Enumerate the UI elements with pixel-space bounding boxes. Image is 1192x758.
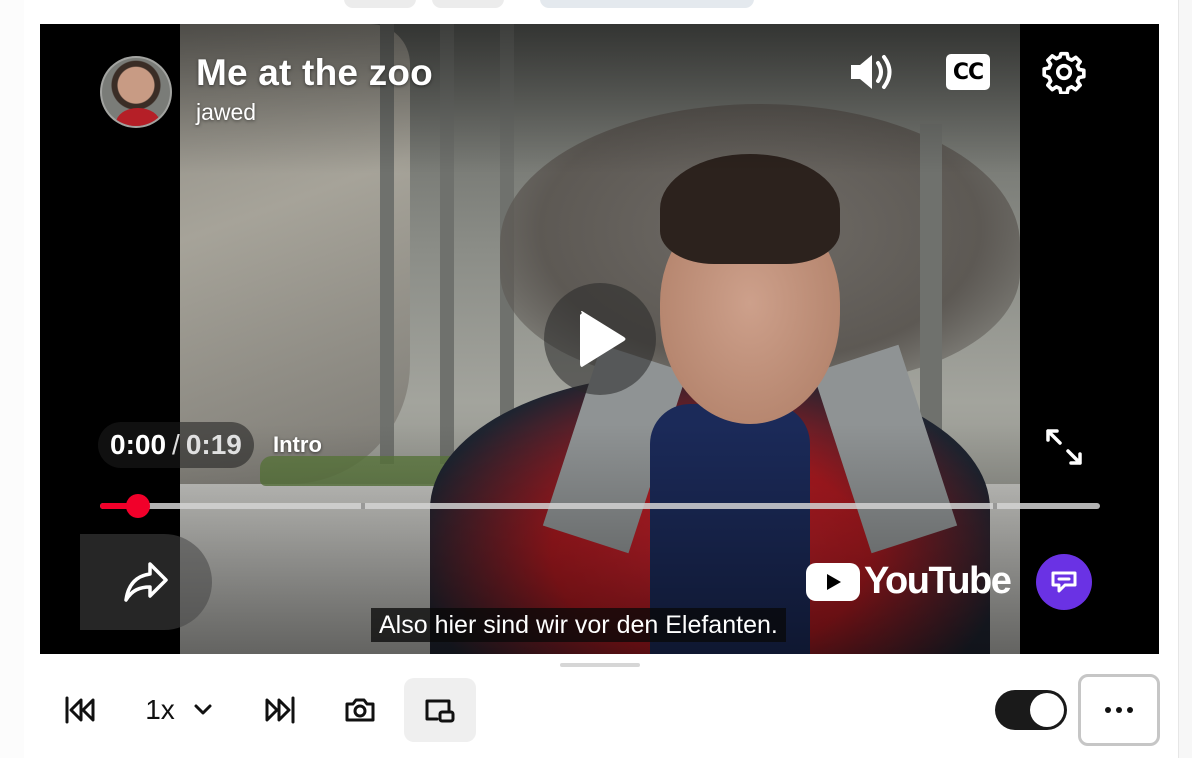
share-button[interactable]	[80, 534, 212, 630]
chapter-divider	[993, 503, 997, 509]
youtube-play-mark	[806, 562, 860, 601]
drag-handle[interactable]	[560, 663, 640, 667]
top-search-bar[interactable]	[540, 0, 754, 8]
top-toolbar-chip[interactable]	[432, 0, 504, 8]
scrollbar[interactable]	[1178, 0, 1192, 758]
time-display: 0:00 / 0:19	[98, 422, 254, 468]
share-icon	[124, 562, 168, 602]
skip-forward-icon	[265, 696, 295, 724]
current-time: 0:00	[110, 429, 167, 460]
top-toolbar-chip[interactable]	[344, 0, 416, 8]
video-player[interactable]: Me at the zoo jawed CC 0:00 / 0:19 Intro	[40, 24, 1159, 654]
video-title[interactable]: Me at the zoo	[196, 52, 433, 94]
play-icon	[580, 311, 626, 367]
volume-button[interactable]	[844, 48, 900, 96]
page-left-margin	[0, 0, 24, 758]
subtitle-caption: Also hier sind wir vor den Elefanten.	[371, 608, 786, 642]
channel-avatar[interactable]	[100, 56, 172, 128]
more-options-button[interactable]	[1078, 674, 1160, 746]
autoplay-toggle[interactable]	[995, 690, 1067, 730]
picture-in-picture-icon	[425, 699, 455, 723]
duration: 0:19	[185, 429, 242, 460]
chat-assistant-icon	[1051, 571, 1077, 593]
gear-icon	[1042, 51, 1086, 94]
captions-button[interactable]: CC	[944, 52, 992, 92]
chapter-label[interactable]: Intro	[273, 432, 322, 458]
progress-bar[interactable]	[100, 494, 1100, 518]
youtube-wordmark: YouTube	[864, 560, 1012, 602]
playback-speed-select[interactable]: 1x	[134, 678, 224, 742]
expand-icon	[1046, 429, 1082, 465]
screenshot-button[interactable]	[330, 678, 390, 742]
speed-label: 1x	[145, 694, 175, 725]
rewind-button[interactable]	[50, 678, 110, 742]
channel-name[interactable]: jawed	[196, 99, 256, 126]
captions-label: CC	[946, 54, 990, 90]
picture-in-picture-button[interactable]	[404, 678, 476, 742]
more-horizontal-icon	[1105, 707, 1133, 713]
assistant-button[interactable]	[1036, 554, 1092, 610]
time-separator: /	[172, 429, 180, 460]
youtube-logo[interactable]: YouTube	[806, 560, 1012, 603]
fullscreen-button[interactable]	[1036, 422, 1092, 472]
toggle-knob	[1030, 693, 1064, 727]
skip-back-icon	[65, 696, 95, 724]
progress-scrubber[interactable]	[126, 494, 150, 518]
camera-icon	[345, 698, 375, 722]
play-button[interactable]	[544, 283, 656, 395]
volume-high-icon	[851, 55, 892, 89]
chapter-divider	[361, 503, 365, 509]
forward-button[interactable]	[250, 678, 310, 742]
settings-button[interactable]	[1038, 48, 1090, 96]
chevron-down-icon	[194, 704, 212, 715]
